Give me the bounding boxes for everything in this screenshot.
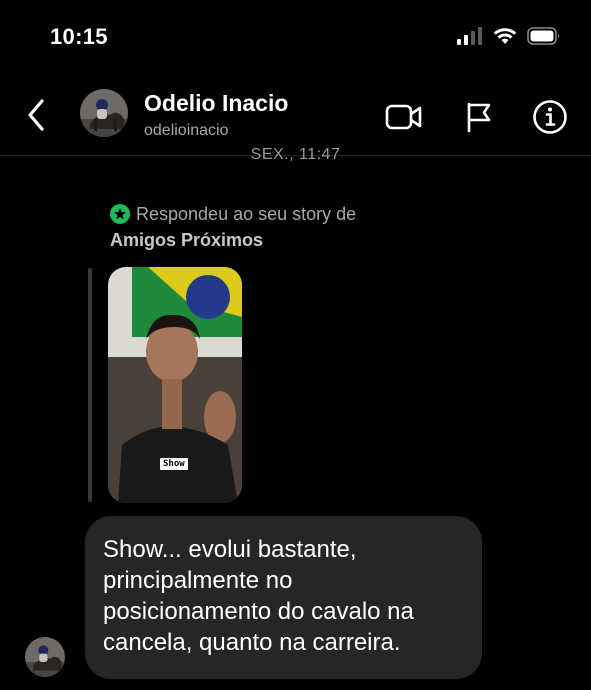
info-button[interactable]	[530, 97, 570, 137]
wifi-icon	[493, 28, 517, 44]
story-audience-name: Amigos Próximos	[110, 230, 264, 250]
video-call-button[interactable]	[384, 97, 424, 137]
battery-icon	[527, 27, 560, 45]
info-icon	[533, 100, 567, 134]
sender-avatar[interactable]	[25, 637, 65, 677]
story-reply-context: Respondeu ao seu story de Amigos Próximo…	[110, 201, 356, 253]
message-bubble[interactable]: Show... evolui bastante, principalmente …	[85, 516, 482, 679]
close-friends-star-icon	[110, 204, 130, 224]
report-button[interactable]	[458, 97, 498, 137]
contact-avatar[interactable]	[80, 89, 128, 137]
contact-name[interactable]: Odelio Inacio	[144, 90, 288, 117]
back-chevron-icon[interactable]	[22, 95, 52, 135]
message-timestamp: SEX., 11:47	[250, 146, 341, 163]
reply-indicator-bar	[88, 268, 92, 502]
chat-header: Odelio Inacio odelioinacio	[0, 78, 591, 156]
message-text: Show... evolui bastante, principalmente …	[103, 536, 414, 656]
cellular-signal-icon	[457, 27, 482, 45]
status-icons	[457, 27, 561, 45]
reply-context-text: Respondeu ao seu story de	[136, 204, 357, 224]
contact-username[interactable]: odelioinacio	[144, 122, 229, 140]
status-bar: 10:15	[0, 0, 591, 78]
video-call-icon	[385, 104, 422, 130]
status-time: 10:15	[50, 24, 108, 49]
report-flag-icon	[467, 102, 491, 133]
story-sticker-text: Show	[160, 458, 188, 470]
